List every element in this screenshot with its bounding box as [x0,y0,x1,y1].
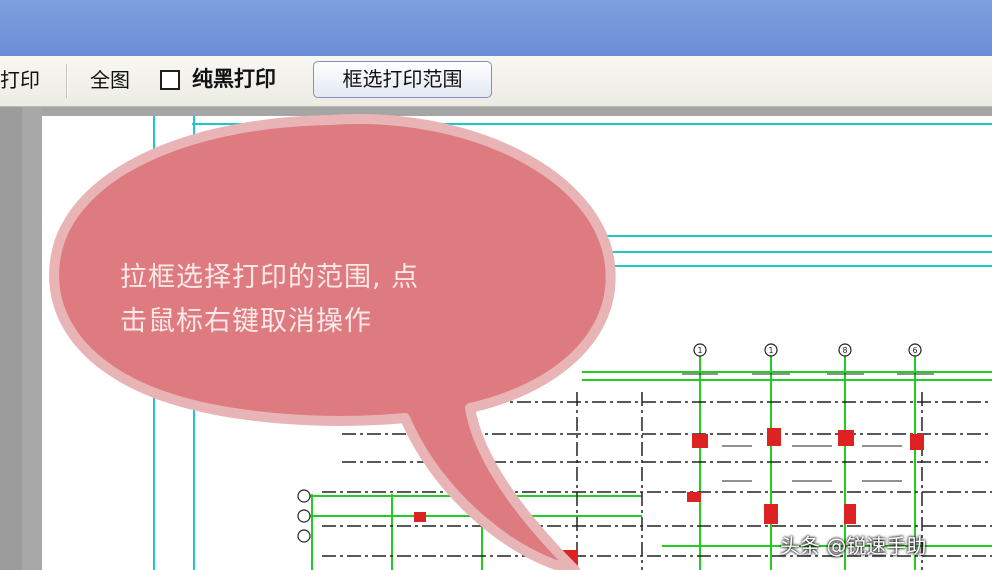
callout-text: 拉框选择打印的范围, 点 击鼠标右键取消操作 [120,256,540,344]
watermark: 头条 @锐速手助 [780,534,927,558]
callout-line-2: 击鼠标右键取消操作 [120,306,372,337]
callout-line-1: 拉框选择打印的范围, 点 [120,262,420,293]
